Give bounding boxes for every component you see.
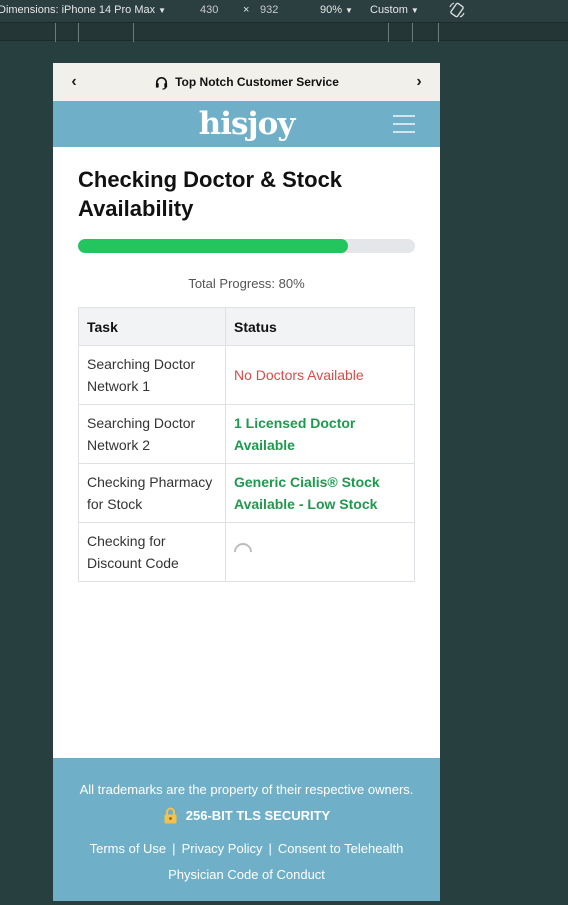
caret-down-icon: ▼ — [158, 5, 167, 15]
announcement: Top Notch Customer Service — [154, 75, 339, 90]
task-table: Task Status Searching Doctor Network 1 N… — [78, 307, 415, 582]
announcement-bar: ‹ Top Notch Customer Service › — [53, 63, 440, 101]
task-cell: Searching Doctor Network 2 — [78, 404, 226, 464]
task-cell: Checking for Discount Code — [78, 522, 226, 582]
page-title: Checking Doctor & Stock Availability — [78, 167, 343, 221]
task-cell: Searching Doctor Network 1 — [78, 345, 226, 405]
status-cell — [225, 522, 415, 582]
status-cell: 1 Licensed Doctor Available — [225, 404, 415, 464]
progress-bar — [78, 239, 415, 253]
security-badge: 256-BIT TLS SECURITY — [53, 807, 440, 824]
table-row: Checking for Discount Code — [78, 522, 415, 582]
width-value: 430 — [200, 4, 219, 16]
site-footer: All trademarks are the property of their… — [53, 758, 440, 901]
times-label: × — [243, 4, 250, 16]
rotate-icon[interactable] — [448, 1, 466, 19]
column-header-task: Task — [78, 307, 226, 346]
chevron-left-icon[interactable]: ‹ — [67, 73, 81, 91]
progress-text: Total Progress: 80% — [188, 276, 305, 291]
caret-down-icon: ▼ — [345, 5, 353, 15]
height-input[interactable]: 932 — [260, 4, 278, 16]
trademark-notice: All trademarks are the property of their… — [79, 782, 414, 797]
table-header-row: Task Status — [78, 307, 415, 346]
throttle-value: Custom — [370, 4, 408, 16]
throttle-selector[interactable]: Custom ▼ — [370, 4, 419, 16]
privacy-link[interactable]: Privacy Policy — [182, 841, 263, 856]
device-selector[interactable]: Dimensions: iPhone 14 Pro Max ▼ — [0, 4, 166, 16]
task-cell: Checking Pharmacy for Stock — [78, 463, 226, 523]
terms-link[interactable]: Terms of Use — [90, 841, 167, 856]
announcement-text: Top Notch Customer Service — [175, 75, 339, 89]
loading-spinner-icon — [230, 539, 256, 565]
separator: | — [172, 841, 176, 856]
lock-icon — [164, 807, 177, 824]
devtools-toolbar: Dimensions: iPhone 14 Pro Max ▼ 430 × 93… — [0, 0, 568, 22]
height-value: 932 — [260, 4, 279, 16]
table-row: Searching Doctor Network 2 1 Licensed Do… — [78, 404, 415, 464]
chevron-right-icon[interactable]: › — [412, 73, 426, 91]
main-content: Checking Doctor & Stock Availability Tot… — [53, 165, 440, 582]
headset-icon — [155, 76, 168, 90]
code-of-conduct-link[interactable]: Physician Code of Conduct — [168, 867, 325, 882]
caret-down-icon: ▼ — [410, 5, 419, 15]
ruler — [0, 22, 568, 42]
table-row: Checking Pharmacy for Stock Generic Cial… — [78, 463, 415, 523]
column-header-status: Status — [225, 307, 415, 346]
table-row: Searching Doctor Network 1 No Doctors Av… — [78, 345, 415, 405]
width-input[interactable]: 430 — [200, 4, 218, 16]
progress-fill — [78, 239, 348, 253]
site-header: hisjoy — [53, 101, 440, 147]
telehealth-consent-link[interactable]: Consent to Telehealth — [278, 841, 404, 856]
separator: | — [268, 841, 272, 856]
status-cell: Generic Cialis® Stock Available - Low St… — [225, 463, 415, 523]
zoom-selector[interactable]: 90% ▼ — [320, 4, 353, 16]
zoom-value: 90% — [320, 4, 343, 16]
status-cell: No Doctors Available — [225, 345, 415, 405]
logo[interactable]: hisjoy — [199, 108, 296, 140]
security-text: 256-BIT TLS SECURITY — [185, 808, 331, 823]
times-symbol: × — [243, 4, 249, 16]
device-label: Dimensions: iPhone 14 Pro Max — [0, 4, 156, 16]
hamburger-icon[interactable] — [393, 115, 415, 133]
footer-links: Terms of Use | Privacy Policy | Consent to T… — [53, 836, 440, 888]
device-viewport: ‹ Top Notch Customer Service › hisjoy Ch… — [53, 63, 440, 901]
